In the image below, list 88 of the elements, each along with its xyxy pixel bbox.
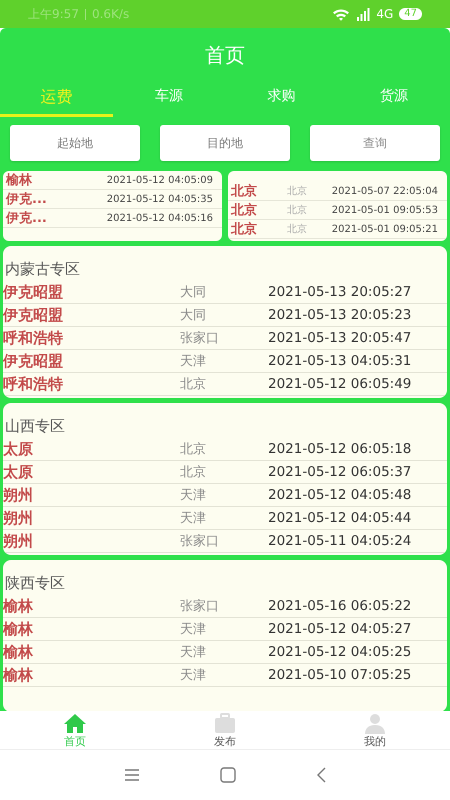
origin-name: 伊克... bbox=[6, 191, 48, 208]
origin-name: 伊克... bbox=[6, 210, 48, 227]
section-title: 内蒙古专区 bbox=[4, 259, 81, 280]
destination-name: 天津 bbox=[180, 510, 207, 527]
timestamp: 2021-05-12 04:05:16 bbox=[106, 212, 214, 224]
list-row[interactable]: 北京 北京 2021-05-07 22:05:04 bbox=[228, 182, 447, 201]
origin-name: 朔州 bbox=[3, 486, 34, 504]
destination-name: 北京 bbox=[180, 464, 207, 481]
battery-level: 47 bbox=[399, 8, 422, 20]
timestamp: 2021-05-12 04:05:35 bbox=[106, 194, 214, 204]
timestamp: 2021-05-12 06:05:18 bbox=[268, 441, 412, 457]
timestamp: 2021-05-13 20:05:27 bbox=[268, 284, 412, 300]
list-row[interactable]: 北京 北京 2021-05-01 09:05:21 bbox=[228, 220, 447, 239]
timestamp: 2021-05-13 20:05:47 bbox=[268, 330, 412, 346]
input-field[interactable]: 目的地 bbox=[160, 125, 290, 161]
timestamp: 2021-05-12 04:05:44 bbox=[268, 510, 412, 526]
list-row[interactable]: 北京 北京 2021-05-01 09:05:53 bbox=[228, 201, 447, 220]
origin-name: 北京 bbox=[231, 182, 258, 200]
list-row[interactable]: 榆林 2021-05-12 04:05:09 bbox=[3, 171, 222, 190]
search-button[interactable]: 查询 bbox=[310, 125, 440, 161]
origin-name: 朔州 bbox=[3, 508, 34, 528]
destination-name: 天津 bbox=[180, 667, 207, 684]
list-row[interactable]: 呼和浩特 张家口 2021-05-13 20:05:47 bbox=[3, 327, 447, 350]
destination-name: 大同 bbox=[180, 284, 207, 301]
origin-name: 北京 bbox=[231, 202, 258, 219]
timestamp: 2021-05-10 07:05:25 bbox=[268, 667, 412, 683]
timestamp: 2021-05-01 09:05:53 bbox=[332, 204, 439, 216]
timestamp: 2021-05-13 20:05:23 bbox=[268, 307, 412, 323]
destination-name: 北京 bbox=[287, 184, 308, 198]
list-row[interactable]: 伊克... 2021-05-12 04:05:16 bbox=[3, 209, 222, 228]
destination-name: 北京 bbox=[287, 204, 308, 217]
section-title: 陕西专区 bbox=[4, 573, 66, 594]
destination-name: 天津 bbox=[180, 644, 207, 661]
page-title: 首页 bbox=[204, 42, 246, 69]
list-row[interactable]: 呼和浩特 北京 2021-05-12 06:05:49 bbox=[3, 373, 447, 396]
destination-name: 北京 bbox=[287, 222, 308, 236]
timestamp: 2021-05-12 04:05:27 bbox=[268, 621, 412, 637]
list-row[interactable]: 榆林 张家口 2021-05-16 06:05:22 bbox=[3, 595, 447, 618]
origin-name: 呼和浩特 bbox=[3, 328, 64, 348]
origin-name: 朔州 bbox=[3, 532, 34, 550]
timestamp: 2021-05-13 04:05:31 bbox=[268, 353, 412, 369]
destination-name: 天津 bbox=[180, 621, 207, 638]
section-title: 山西专区 bbox=[4, 416, 66, 437]
input-field[interactable]: 起始地 bbox=[10, 125, 140, 161]
home-button-icon bbox=[220, 767, 236, 783]
person-icon bbox=[362, 712, 388, 734]
origin-name: 榆林 bbox=[3, 596, 34, 616]
timestamp: 2021-05-16 06:05:22 bbox=[268, 598, 412, 614]
back-icon bbox=[316, 767, 326, 783]
origin-name: 榆林 bbox=[3, 642, 34, 662]
destination-name: 张家口 bbox=[180, 533, 220, 550]
briefcase-icon bbox=[212, 712, 238, 734]
list-row[interactable]: 榆林 天津 2021-05-10 07:05:25 bbox=[3, 664, 447, 687]
nav-tab[interactable]: 发布 bbox=[150, 711, 300, 749]
timestamp: 2021-05-12 06:05:37 bbox=[268, 464, 412, 480]
timestamp: 2021-05-12 04:05:25 bbox=[268, 644, 412, 660]
destination-name: 张家口 bbox=[180, 330, 220, 347]
timestamp: 2021-05-01 09:05:21 bbox=[332, 224, 439, 234]
list-row[interactable]: 朔州 天津 2021-05-12 04:05:48 bbox=[3, 484, 447, 507]
status-time: 上午9:57 bbox=[28, 6, 79, 22]
nav-tab[interactable]: 我的 bbox=[300, 711, 450, 749]
timestamp: 2021-05-12 04:05:09 bbox=[106, 174, 214, 186]
origin-name: 榆林 bbox=[6, 172, 33, 189]
destination-name: 天津 bbox=[180, 487, 207, 504]
home-icon bbox=[62, 712, 88, 734]
wifi-icon bbox=[332, 8, 350, 20]
network-type: 4G bbox=[376, 7, 394, 21]
timestamp: 2021-05-12 06:05:49 bbox=[268, 376, 412, 392]
list-row[interactable]: 榆林 天津 2021-05-12 04:05:25 bbox=[3, 641, 447, 664]
origin-name: 北京 bbox=[231, 220, 258, 238]
origin-name: 榆林 bbox=[3, 666, 34, 684]
list-row[interactable]: 朔州 天津 2021-05-12 04:05:44 bbox=[3, 507, 447, 530]
destination-name: 张家口 bbox=[180, 598, 220, 615]
list-row[interactable]: 伊克... 2021-05-12 04:05:35 bbox=[3, 190, 222, 209]
timestamp: 2021-05-12 04:05:48 bbox=[268, 487, 412, 503]
signal-icon bbox=[356, 8, 370, 20]
origin-name: 呼和浩特 bbox=[3, 374, 64, 394]
destination-name: 北京 bbox=[180, 441, 207, 458]
destination-name: 北京 bbox=[180, 376, 207, 393]
destination-name: 天津 bbox=[180, 353, 207, 370]
network-speed: 0.6K/s bbox=[92, 7, 130, 21]
destination-name: 大同 bbox=[180, 307, 207, 324]
list-row[interactable]: 朔州 张家口 2021-05-11 04:05:24 bbox=[3, 530, 447, 553]
origin-name: 榆林 bbox=[3, 620, 34, 638]
timestamp: 2021-05-11 04:05:24 bbox=[268, 533, 412, 549]
timestamp: 2021-05-07 22:05:04 bbox=[332, 186, 439, 196]
menu-icon bbox=[124, 769, 140, 781]
list-row[interactable]: 榆林 天津 2021-05-12 04:05:27 bbox=[3, 618, 447, 641]
